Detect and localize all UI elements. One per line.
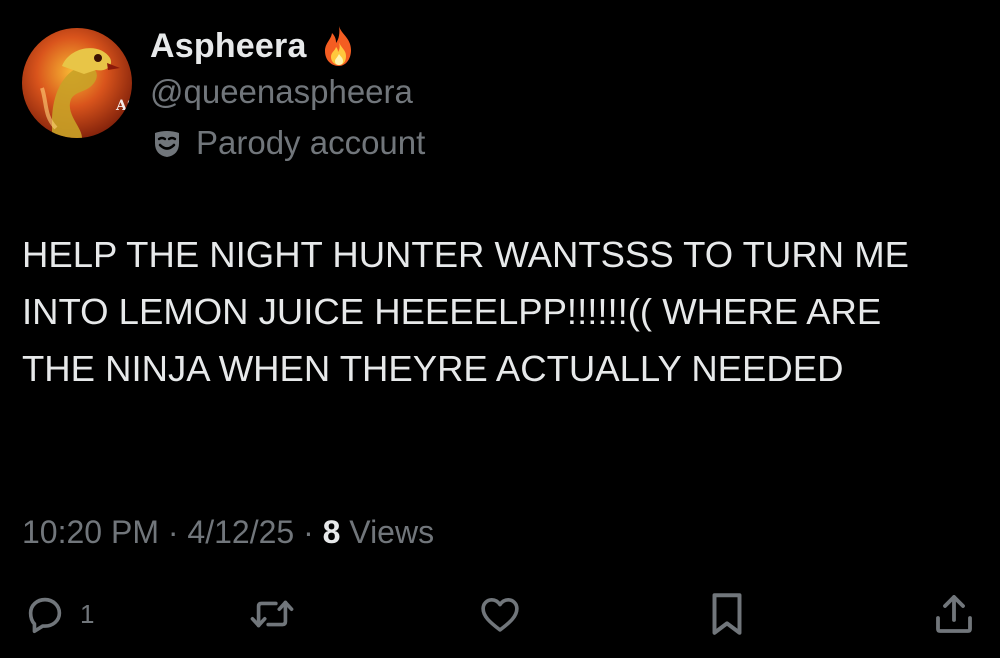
retweet-icon xyxy=(246,591,298,637)
meta-separator: · xyxy=(303,514,323,550)
reply-icon xyxy=(22,591,68,637)
heart-icon xyxy=(476,591,524,637)
parody-label-row: Parody account xyxy=(150,122,425,164)
retweet-button[interactable] xyxy=(246,586,298,642)
reply-button[interactable]: 1 xyxy=(22,586,94,642)
meta-separator: · xyxy=(167,514,188,550)
svg-text:AS: AS xyxy=(115,98,132,114)
like-button[interactable] xyxy=(476,586,524,642)
tweet-meta: 10:20 PM · 4/12/25 · 8 Views xyxy=(22,512,434,552)
parody-label: Parody account xyxy=(196,124,426,161)
tweet-date[interactable]: 4/12/25 xyxy=(187,514,294,550)
avatar[interactable]: AS xyxy=(22,28,132,138)
display-name[interactable]: Aspheera xyxy=(150,27,307,66)
fire-icon xyxy=(319,24,359,68)
reply-count: 1 xyxy=(80,598,95,629)
views-count[interactable]: 8 xyxy=(323,514,341,550)
user-handle[interactable]: @queenaspheera xyxy=(150,72,413,112)
share-button[interactable] xyxy=(930,586,978,642)
tweet-time[interactable]: 10:20 PM xyxy=(22,514,159,550)
share-icon xyxy=(930,589,978,639)
action-bar: 1 xyxy=(0,586,1000,642)
author-name-row[interactable]: Aspheera xyxy=(150,22,359,70)
views-label[interactable]: Views xyxy=(349,514,434,550)
bookmark-button[interactable] xyxy=(704,586,750,642)
theater-mask-icon xyxy=(150,126,184,160)
bookmark-icon xyxy=(704,589,750,639)
tweet-text: HELP THE NIGHT HUNTER WANTSSS TO TURN ME… xyxy=(22,234,920,389)
